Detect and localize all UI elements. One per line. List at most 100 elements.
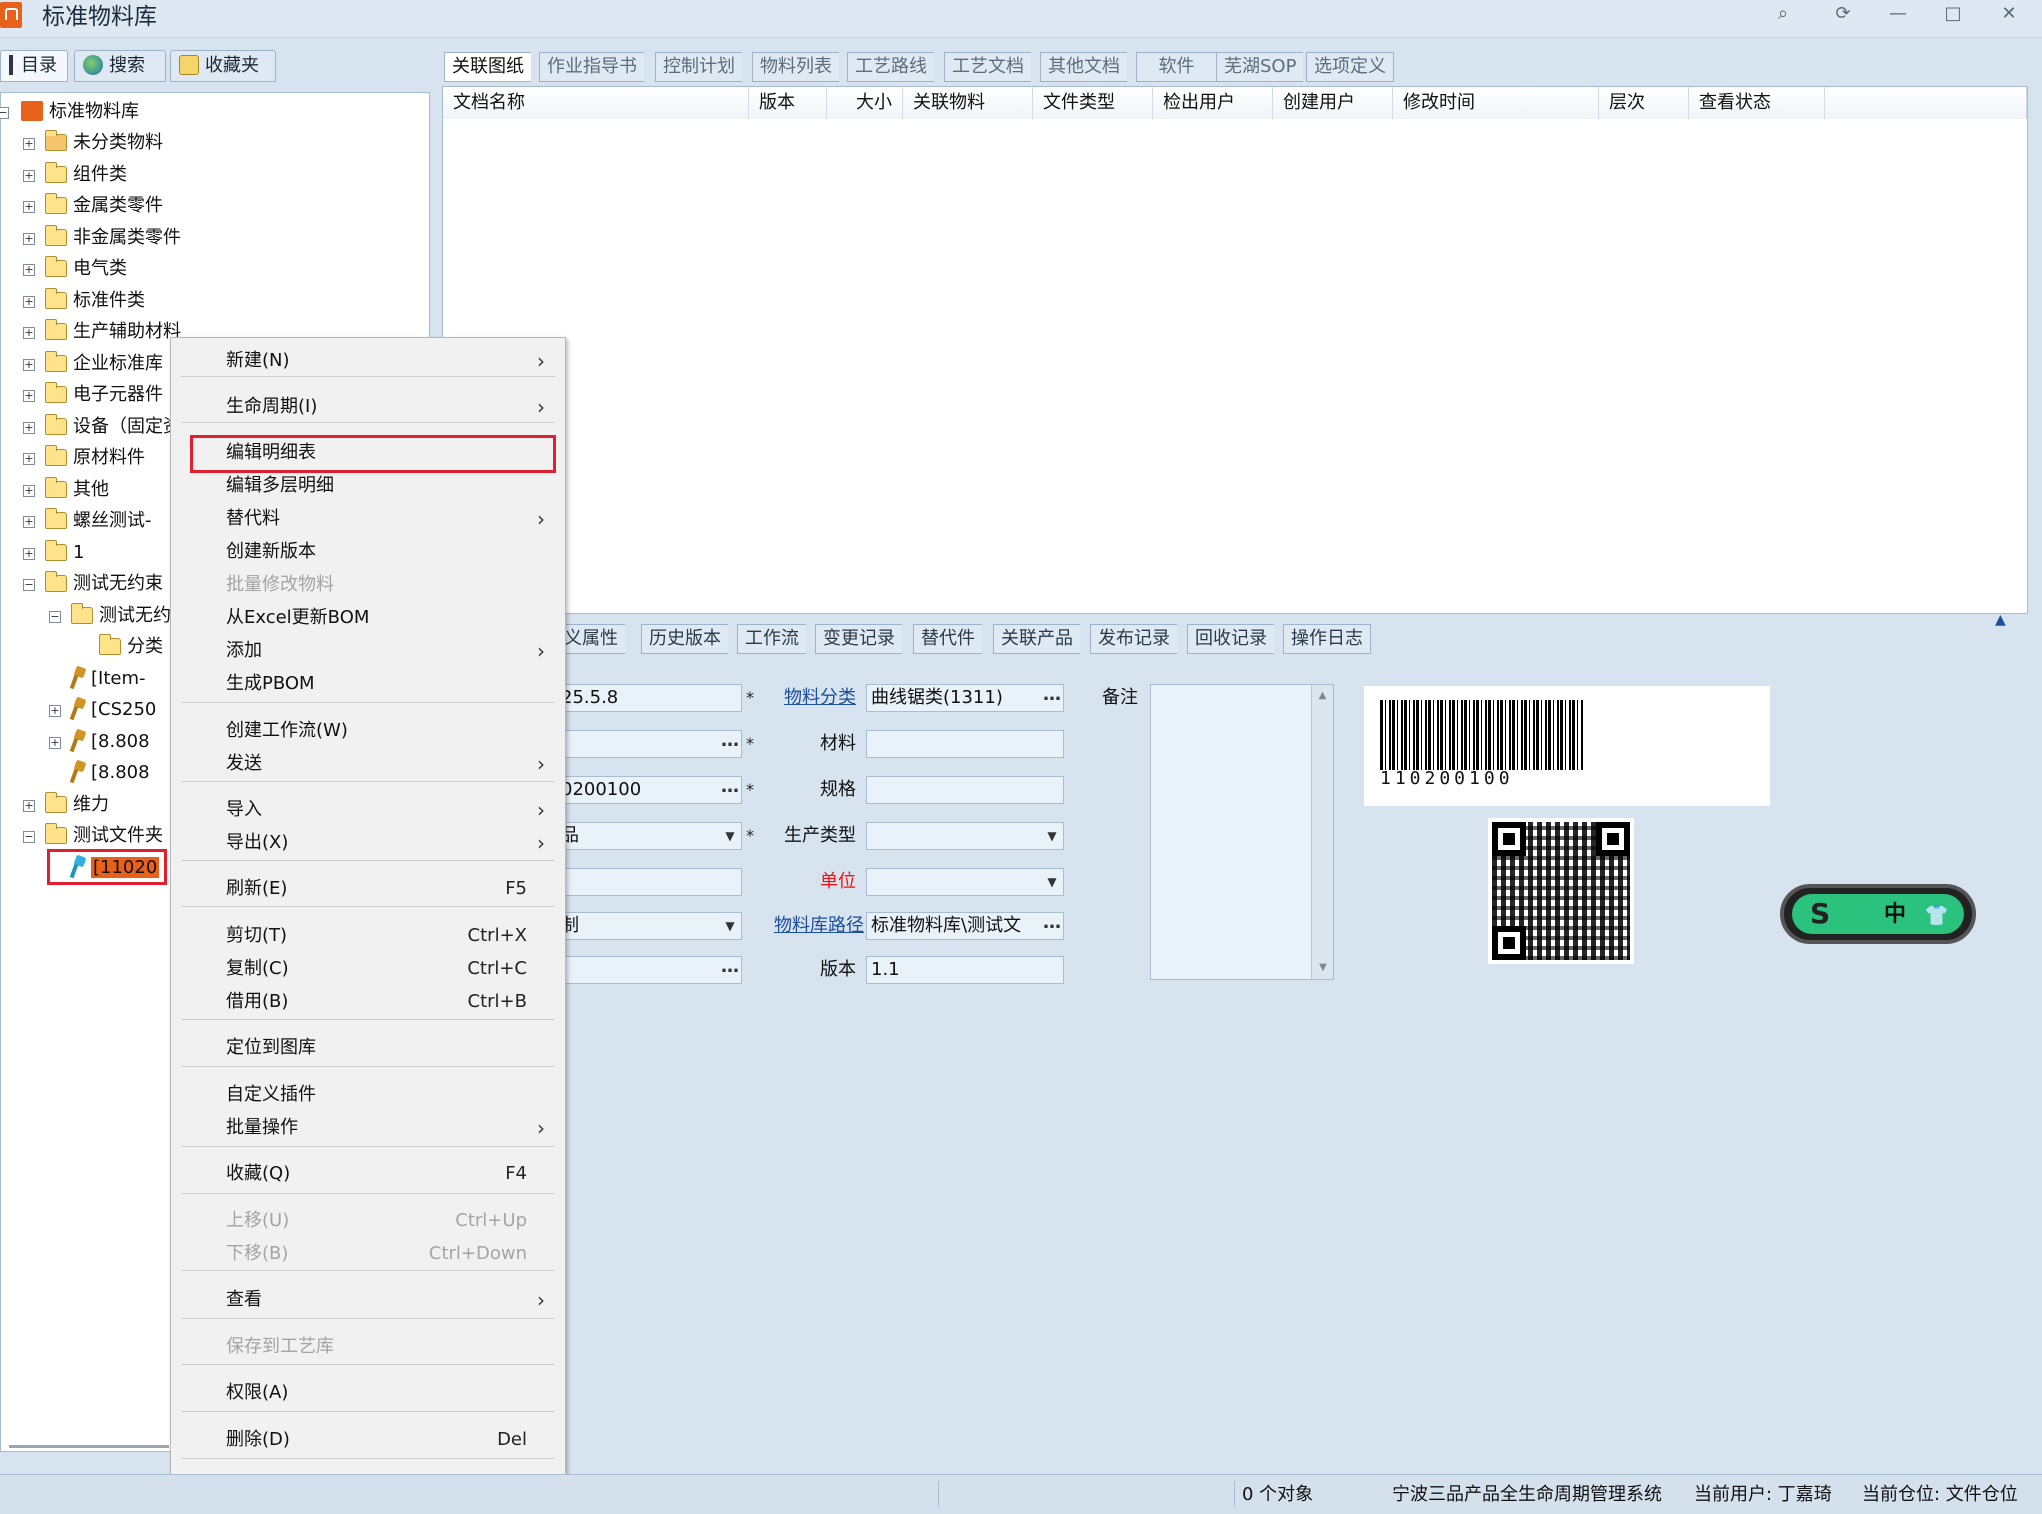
expand-icon[interactable]: + (23, 390, 35, 402)
menu-item[interactable]: 删除(D) Del (171, 1425, 565, 1455)
tree-item[interactable]: [CS250 (71, 695, 156, 725)
menu-item[interactable]: 批量操作 › (171, 1113, 565, 1143)
browse-icon[interactable]: … (1041, 685, 1063, 711)
menu-item[interactable]: 权限(A) (171, 1378, 565, 1408)
field-code[interactable]: 0200100… (556, 776, 742, 804)
expand-icon[interactable]: + (23, 170, 35, 182)
column-header[interactable]: 检出用户 (1153, 87, 1273, 119)
tree-root[interactable]: 标准物料库 (21, 97, 139, 127)
expand-icon[interactable]: + (23, 800, 35, 812)
splitter-arrow-icon[interactable]: ▲ (1995, 612, 2006, 628)
menu-item[interactable]: 刷新(E) F5 (171, 874, 565, 904)
tree-item[interactable]: 非金属类零件 (45, 223, 181, 253)
expand-icon[interactable]: + (23, 296, 35, 308)
expand-icon[interactable]: + (23, 516, 35, 528)
collapse-icon[interactable]: − (23, 579, 35, 591)
field-type[interactable]: 品 ▼ (556, 822, 742, 850)
menu-item[interactable]: 编辑多层明细 (171, 471, 565, 501)
tab-linked-drawings[interactable]: 关联图纸 (444, 52, 531, 82)
field-2[interactable]: … (556, 730, 742, 758)
column-header[interactable]: 创建用户 (1273, 87, 1393, 119)
tree-item[interactable]: 企业标准库 (45, 349, 163, 379)
tab-material-list[interactable]: 物料列表 (752, 52, 839, 82)
column-header[interactable]: 文档名称 (443, 87, 749, 119)
field-unit[interactable]: ▼ (866, 868, 1064, 896)
field-spec[interactable] (866, 776, 1064, 804)
tree-item[interactable]: 1 (45, 538, 84, 568)
field-date[interactable]: 25.5.8 (556, 684, 742, 712)
menu-item[interactable]: 借用(B) Ctrl+B (171, 987, 565, 1017)
tab-history[interactable]: 历史版本 (641, 624, 728, 654)
tree-item[interactable]: 未分类物料 (45, 128, 163, 158)
column-header[interactable]: 文件类型 (1033, 87, 1153, 119)
tree-item[interactable]: 原材料件 (45, 443, 145, 473)
tree-item[interactable]: 螺丝测试- (45, 506, 152, 536)
menu-item[interactable]: 剪切(T) Ctrl+X (171, 921, 565, 951)
tree-item[interactable]: 分类 (99, 632, 163, 662)
field-material[interactable] (866, 730, 1064, 758)
maximize-button[interactable]: □ (1933, 0, 1973, 28)
tree-item[interactable]: [8.808 (71, 727, 150, 757)
menu-item[interactable]: 创建新版本 (171, 537, 565, 567)
tab-process-route[interactable]: 工艺路线 (847, 52, 934, 82)
field-source[interactable]: 制 ▼ (556, 912, 742, 940)
tab-software[interactable]: 软件 (1136, 52, 1216, 82)
tree-item[interactable]: 测试无约束 (45, 569, 163, 599)
tree-item[interactable]: 测试文件夹 (45, 821, 163, 851)
close-button[interactable]: ✕ (1989, 0, 2029, 28)
tree-item[interactable]: 电气类 (45, 254, 127, 284)
browse-icon[interactable]: … (719, 731, 741, 757)
tree-item[interactable]: 组件类 (45, 160, 127, 190)
vertical-scrollbar[interactable]: ▲ ▼ (1311, 685, 1333, 979)
tab-catalog[interactable]: 目录 (0, 50, 68, 82)
tab-other-docs[interactable]: 其他文档 (1040, 52, 1127, 82)
menu-item[interactable]: 查看 › (171, 1285, 565, 1315)
tab-workflow[interactable]: 工作流 (737, 624, 806, 654)
collapse-icon[interactable]: − (49, 611, 61, 623)
menu-item[interactable]: 自定义插件 (171, 1080, 565, 1110)
tab-favorites[interactable]: 收藏夹 (170, 50, 276, 82)
tab-process-docs[interactable]: 工艺文档 (944, 52, 1031, 82)
browse-icon[interactable]: … (719, 957, 741, 983)
browse-icon[interactable]: … (719, 777, 741, 803)
expand-icon[interactable]: + (49, 705, 61, 717)
tab-control-plan[interactable]: 控制计划 (655, 52, 742, 82)
expand-icon[interactable]: + (23, 359, 35, 371)
expand-icon[interactable]: + (23, 264, 35, 276)
menu-item[interactable]: 收藏(Q) F4 (171, 1159, 565, 1189)
expand-icon[interactable]: + (23, 138, 35, 150)
tab-work-instruction[interactable]: 作业指导书 (539, 52, 644, 82)
menu-item[interactable]: 添加 › (171, 636, 565, 666)
tab-wuhu-sop[interactable]: 芜湖SOP (1216, 52, 1304, 82)
tab-recycle-log[interactable]: 回收记录 (1187, 624, 1274, 654)
chevron-down-icon[interactable]: ▼ (1041, 869, 1063, 895)
expand-icon[interactable]: + (23, 548, 35, 560)
expand-icon[interactable]: + (23, 453, 35, 465)
menu-item[interactable]: 从Excel更新BOM (171, 603, 565, 633)
column-header[interactable]: 查看状态 (1689, 87, 1825, 119)
collapse-icon[interactable]: − (0, 107, 9, 119)
field-category[interactable]: 曲线锯类(1311)… (866, 684, 1064, 712)
tree-item[interactable]: 生产辅助材料 (45, 317, 181, 347)
tree-item[interactable]: 维力 (45, 790, 109, 820)
tab-substitutes[interactable]: 替代件 (913, 624, 982, 654)
menu-item[interactable]: 复制(C) Ctrl+C (171, 954, 565, 984)
chevron-down-icon[interactable]: ▼ (719, 913, 741, 939)
column-header[interactable]: 关联物料 (903, 87, 1033, 119)
tab-related-products[interactable]: 关联产品 (993, 624, 1080, 654)
field-production-type[interactable]: ▼ (866, 822, 1064, 850)
tab-search[interactable]: 搜索 (74, 50, 166, 82)
chevron-down-icon[interactable]: ▼ (1041, 823, 1063, 849)
tree-item[interactable]: 电子元器件 (45, 380, 163, 410)
tab-change-log[interactable]: 变更记录 (815, 624, 902, 654)
field-7[interactable]: … (556, 956, 742, 984)
menu-item[interactable]: 导出(X) › (171, 828, 565, 858)
column-header[interactable]: 版本 (749, 87, 827, 119)
ime-toolbar[interactable]: S 中 👕 (1780, 884, 1976, 944)
tab-operation-log[interactable]: 操作日志 (1283, 624, 1371, 654)
column-header[interactable]: 大小 (827, 87, 903, 119)
field-version[interactable]: 1.1 (866, 956, 1064, 984)
skin-icon[interactable]: 👕 (1924, 902, 1949, 928)
menu-item[interactable]: 导入 › (171, 795, 565, 825)
search-icon[interactable]: ⌕ (1763, 0, 1803, 28)
